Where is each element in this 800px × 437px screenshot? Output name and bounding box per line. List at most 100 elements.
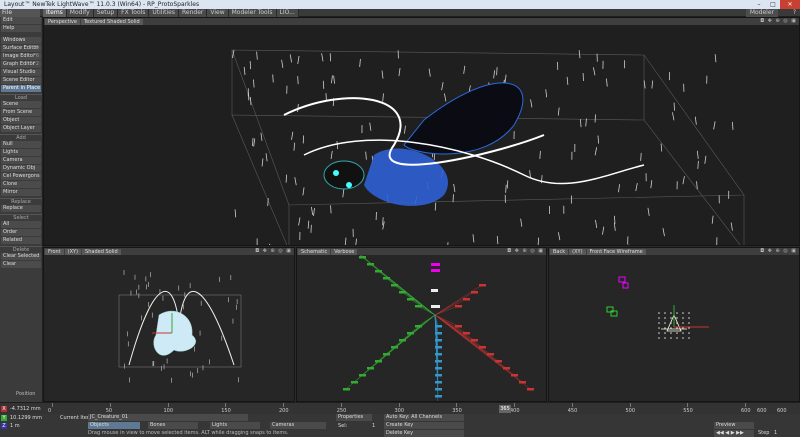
tab-items[interactable]: Items <box>43 9 67 17</box>
tab-view[interactable]: View <box>207 9 229 17</box>
add-cel-powergons-button[interactable]: Cel Powergons <box>1 173 41 180</box>
viewport-icons[interactable]: ◘ ✥ ⊕ ◎ ▣ <box>760 18 797 25</box>
view-type-select[interactable]: Back <box>550 248 569 255</box>
timeline-tick <box>571 403 573 407</box>
current-frame[interactable]: 365 <box>499 405 511 413</box>
parent-in-place-button[interactable]: Parent in Place <box>1 85 41 92</box>
modeler-button[interactable]: Modeler <box>745 9 778 17</box>
add-null-button[interactable]: Null <box>1 141 41 148</box>
auto-key-select[interactable]: Auto Key: All Channels <box>384 414 464 421</box>
add-camera-button[interactable]: Camera <box>1 157 41 164</box>
delete-key-button[interactable]: Delete Key <box>384 430 464 437</box>
add-lights-button[interactable]: Lights <box>1 149 41 156</box>
back-viewport[interactable]: Back (XY) Front Face Wireframe ◘ ✥ ⊕ ◎ ▣ <box>548 247 800 402</box>
clear-selected-button[interactable]: Clear Selected <box>1 253 41 260</box>
tab-utilities[interactable]: Utilities <box>149 9 179 17</box>
shading-mode-select[interactable]: Front Face Wireframe <box>586 248 646 255</box>
select-all-button[interactable]: All <box>1 221 41 228</box>
schematic-node[interactable] <box>463 298 470 301</box>
schematic-node[interactable] <box>343 388 350 391</box>
load-from-scene-button[interactable]: From Scene <box>1 109 41 116</box>
schematic-node[interactable] <box>463 332 470 335</box>
clear-button[interactable]: Clear <box>1 261 41 268</box>
sparkle-particle <box>594 147 597 156</box>
view-type-select[interactable]: Perspective <box>45 18 80 25</box>
tab-modify[interactable]: Modify <box>66 9 94 17</box>
close-icon[interactable]: ✕ <box>780 0 800 9</box>
schematic-node[interactable] <box>435 353 442 356</box>
lights-button[interactable]: Lights <box>210 422 260 429</box>
sparkle-particle <box>330 150 333 160</box>
viewport-icons[interactable]: ◘ ✥ ⊕ ◎ ▣ <box>507 248 544 255</box>
graph-editor-button[interactable]: Graph Editor ^F2 <box>1 61 41 68</box>
detail-select[interactable]: Verbose <box>331 248 358 255</box>
schematic-node[interactable] <box>455 305 462 308</box>
select-related-button[interactable]: Related <box>1 237 41 244</box>
view-type-select[interactable]: Schematic <box>298 248 331 255</box>
maximize-icon[interactable]: □ <box>766 0 780 9</box>
schematic-node[interactable] <box>479 284 486 287</box>
windows-dropdown[interactable]: Windows <box>1 37 41 44</box>
load-object-button[interactable]: Object <box>1 117 41 124</box>
x-coordinate[interactable]: -4.7312 mm <box>10 406 41 412</box>
schematic-node[interactable] <box>527 388 534 391</box>
bones-button[interactable]: Bones <box>148 422 198 429</box>
tab-fx-tools[interactable]: FX Tools <box>118 9 150 17</box>
timeline[interactable]: X -4.7312 mm 0 50 100 150 200 250 300 350 400 450… <box>0 402 800 414</box>
properties-button[interactable]: Properties <box>336 414 372 421</box>
preview-select[interactable]: Preview <box>714 422 754 429</box>
add-clone-button[interactable]: Clone <box>1 181 41 188</box>
surface-editor-button[interactable]: Surface Editor F5 <box>1 45 41 52</box>
y-coordinate[interactable]: 10.1299 mm <box>10 415 42 421</box>
front-viewport[interactable]: Front (XY) Shaded Solid ◘ ✥ ⊕ ◎ ▣ <box>43 247 295 402</box>
view-type-select[interactable]: Front <box>45 248 64 255</box>
replace-button[interactable]: Replace <box>1 205 41 212</box>
playback-controls[interactable]: ◀◀ ◀ ▶ ▶▶ <box>714 430 754 437</box>
minimize-icon[interactable]: – <box>752 0 766 9</box>
scene-editor-button[interactable]: Scene Editor <box>1 77 41 84</box>
sparkle-particle <box>463 65 466 74</box>
tab-setup[interactable]: Setup <box>93 9 119 17</box>
cameras-button[interactable]: Cameras <box>270 422 326 429</box>
viewport-header: Schematic Verbose ◘ ✥ ⊕ ◎ ▣ <box>297 248 546 255</box>
axis-select[interactable]: (XY) <box>64 248 82 255</box>
tab-lio[interactable]: LIO... <box>276 9 299 17</box>
create-key-button[interactable]: Create Key <box>384 422 464 429</box>
schematic-node[interactable] <box>435 388 442 391</box>
current-item-label: Current Item <box>60 415 92 421</box>
particle-dot <box>682 332 684 334</box>
sparkle-particle <box>297 55 300 64</box>
schematic-viewport[interactable]: Schematic Verbose ◘ ✥ ⊕ ◎ ▣ <box>296 247 547 402</box>
z-coordinate[interactable]: 1 m <box>10 423 20 429</box>
schematic-node[interactable] <box>351 381 358 384</box>
file-menu[interactable]: File <box>0 9 40 17</box>
schematic-link <box>345 314 436 390</box>
viewport-icons[interactable]: ◘ ✥ ⊕ ◎ ▣ <box>760 248 797 255</box>
axis-select[interactable]: (XY) <box>569 248 586 255</box>
tab-modeler-tools[interactable]: Modeler Tools <box>228 9 277 17</box>
select-order-button[interactable]: Order <box>1 229 41 236</box>
current-item-select[interactable]: JC_Creature_01 <box>88 414 248 421</box>
add-mirror-button[interactable]: Mirror <box>1 189 41 196</box>
shading-mode-select[interactable]: Shaded Solid <box>82 248 121 255</box>
load-object-layer-button[interactable]: Object Layer <box>1 125 41 132</box>
objects-button[interactable]: Objects <box>88 422 140 429</box>
schematic-node[interactable] <box>435 360 442 363</box>
tab-render[interactable]: Render <box>179 9 208 17</box>
step-field[interactable]: 1 <box>774 430 777 436</box>
edit-button[interactable]: Edit <box>1 17 41 24</box>
help-button[interactable]: Help <box>1 25 41 32</box>
schematic-node[interactable] <box>435 374 442 377</box>
viewport-icons[interactable]: ◘ ✥ ⊕ ◎ ▣ <box>255 248 292 255</box>
shading-mode-select[interactable]: Textured Shaded Solid <box>80 18 143 25</box>
schematic-node[interactable] <box>435 381 442 384</box>
load-scene-button[interactable]: Scene <box>1 101 41 108</box>
add-dynamic-obj-button[interactable]: Dynamic Obj <box>1 165 41 172</box>
schematic-node[interactable] <box>435 395 442 398</box>
help-icon[interactable]: ? <box>793 9 796 17</box>
sparkle-particle <box>660 143 663 152</box>
image-editor-button[interactable]: Image Editor F6 <box>1 53 41 60</box>
schematic-node[interactable] <box>435 367 442 370</box>
perspective-viewport[interactable]: Perspective Textured Shaded Solid ◘ ✥ ⊕ … <box>43 17 800 246</box>
visual-studio-button[interactable]: Visual Studio <box>1 69 41 76</box>
